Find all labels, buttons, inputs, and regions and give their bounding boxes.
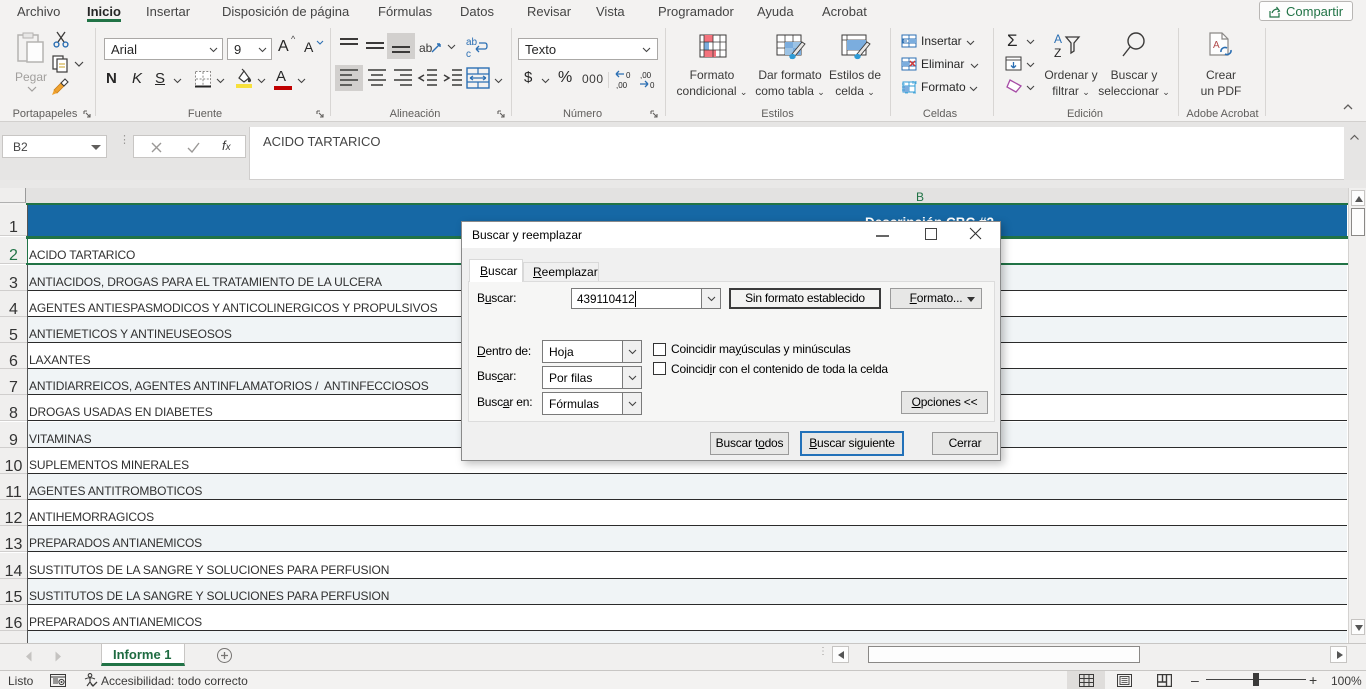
svg-text:0: 0 [650, 81, 655, 89]
svg-text:A: A [1213, 40, 1220, 51]
svg-text:ab: ab [466, 37, 478, 48]
svg-text:A: A [1054, 32, 1062, 46]
svg-text:,00: ,00 [640, 71, 652, 80]
svg-text:c: c [466, 49, 471, 59]
svg-text:Z: Z [1054, 46, 1061, 60]
svg-text:ab: ab [419, 41, 433, 55]
svg-text:0: 0 [626, 71, 631, 80]
svg-text:,00: ,00 [616, 81, 628, 89]
